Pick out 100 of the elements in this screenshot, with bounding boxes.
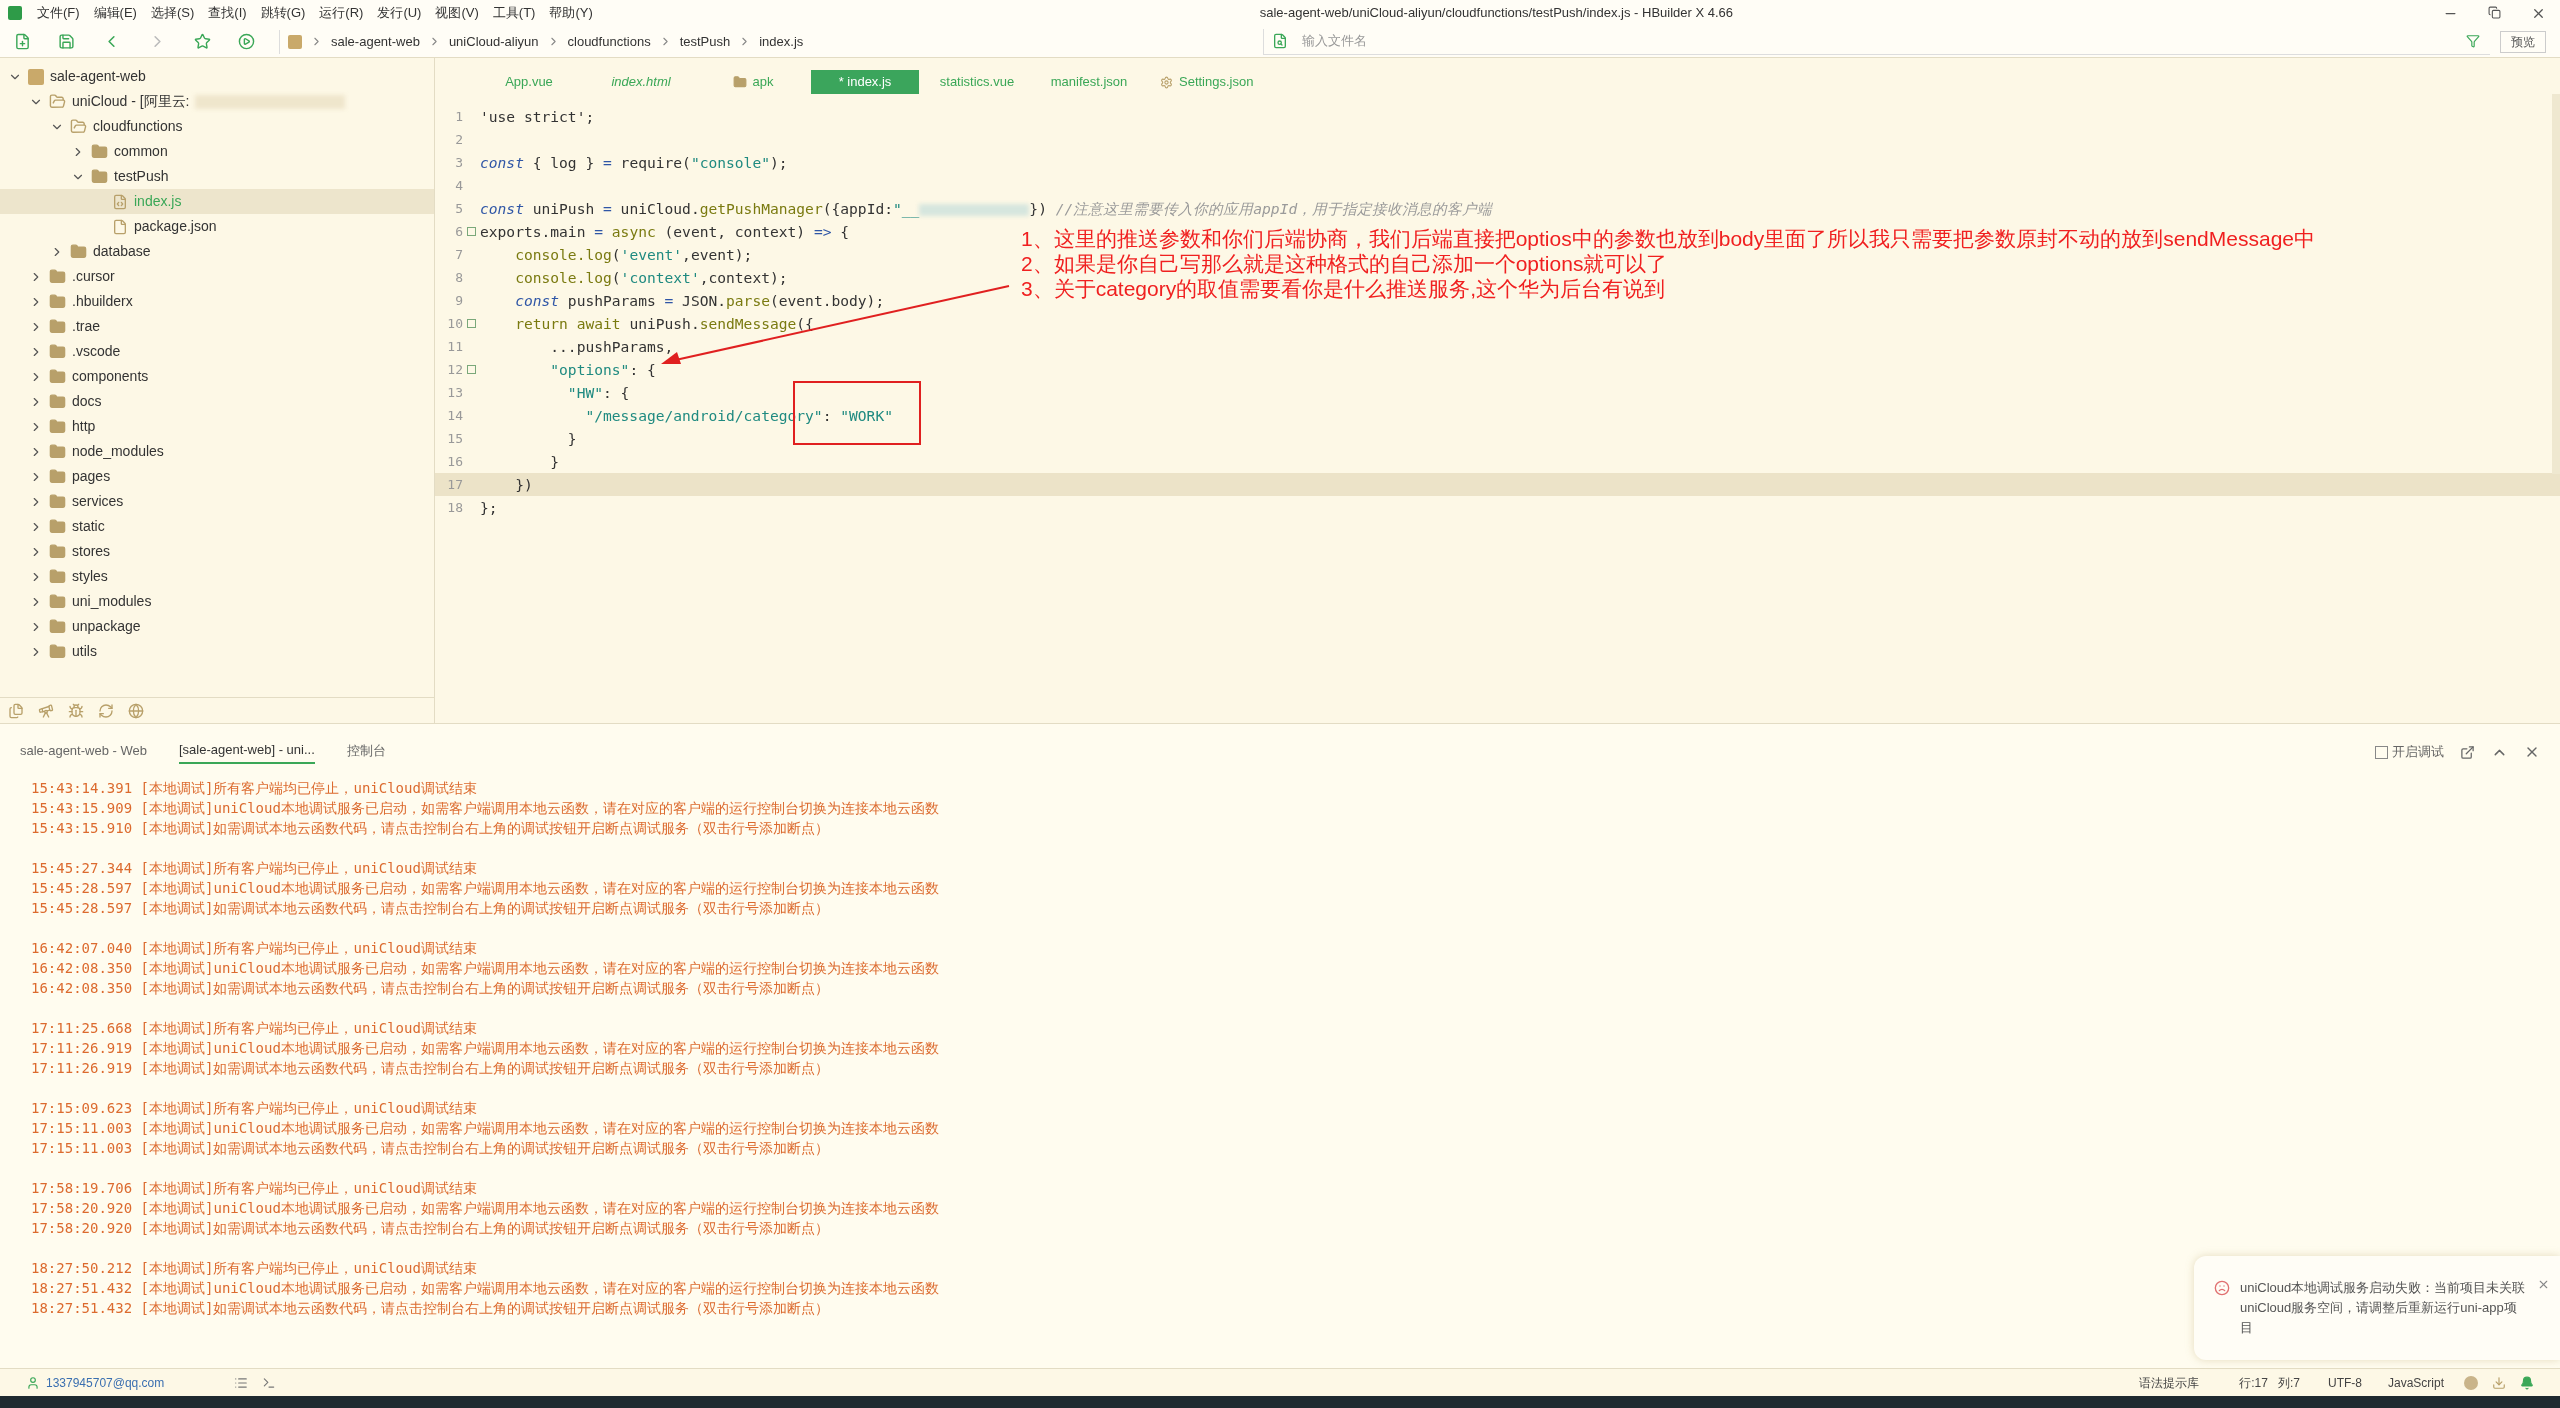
file-search-field[interactable]: 输入文件名 bbox=[1263, 28, 2490, 55]
folder-icon bbox=[49, 268, 66, 285]
tree-item[interactable]: services bbox=[0, 489, 434, 514]
tree-item[interactable]: styles bbox=[0, 564, 434, 589]
code-line: }; bbox=[480, 497, 498, 518]
tree-item[interactable]: testPush bbox=[0, 164, 434, 189]
tree-item[interactable]: common bbox=[0, 139, 434, 164]
breadcrumb-item[interactable]: cloudfunctions bbox=[567, 31, 651, 52]
log-line: 17:11:26.919 [本地调试]如需调试本地云函数代码，请点击控制台右上角的调试按钮开启断点调试服务（双击行号添加断点） bbox=[31, 1059, 830, 1078]
folder-icon bbox=[49, 343, 66, 360]
menu-item[interactable]: 跳转(G) bbox=[253, 3, 313, 23]
debug-checkbox[interactable]: 开启调试 bbox=[2375, 742, 2444, 762]
code-line: return await uniPush.sendMessage({ bbox=[514, 313, 814, 334]
log-line: 17:58:19.706 [本地调试]所有客户端均已停止，uniCloud调试结束 bbox=[31, 1179, 477, 1198]
fold-icon[interactable] bbox=[467, 365, 476, 374]
code-line: }) bbox=[514, 474, 533, 495]
code-line: 'use strict'; bbox=[480, 106, 595, 127]
menu-item[interactable]: 查找(I) bbox=[201, 3, 254, 23]
log-line: 18:27:50.212 [本地调试]所有客户端均已停止，uniCloud调试结束 bbox=[31, 1259, 477, 1278]
run-icon[interactable] bbox=[238, 33, 255, 50]
code-line: "options": { bbox=[549, 359, 656, 380]
line-number: 11 bbox=[446, 337, 463, 356]
tree-item[interactable]: .hbuilderx bbox=[0, 289, 434, 314]
breadcrumb-item[interactable]: testPush bbox=[679, 31, 731, 52]
console-tab[interactable]: 控制台 bbox=[346, 740, 386, 764]
tree-item[interactable]: cloudfunctions bbox=[0, 114, 434, 139]
close-icon[interactable] bbox=[2537, 1278, 2550, 1291]
code-line: const uniPush = uniCloud.getPushManager({appId:"__ }) //注意这里需要传入你的应用appId，用于指定接收消息的客户端 bbox=[480, 198, 1493, 220]
account-link[interactable]: 1337945707@qq.com bbox=[46, 1373, 165, 1392]
menu-item[interactable]: 帮助(Y) bbox=[542, 3, 600, 23]
line-number: 14 bbox=[446, 406, 463, 425]
menu-item[interactable]: 运行(R) bbox=[312, 3, 371, 23]
encoding-label[interactable]: UTF-8 bbox=[2327, 1373, 2362, 1392]
console-tab[interactable]: [sale-agent-web] - uni... bbox=[178, 739, 315, 765]
code-line: "HW": { bbox=[566, 382, 630, 403]
app-logo-icon bbox=[8, 6, 22, 20]
code-line: console.log('event',event); bbox=[514, 244, 753, 265]
tree-item[interactable]: .trae bbox=[0, 314, 434, 339]
code-line: ...pushParams, bbox=[549, 336, 674, 357]
console-tab[interactable]: sale-agent-web - Web bbox=[20, 740, 147, 764]
file-search-icon bbox=[1272, 33, 1289, 49]
line-number: 2 bbox=[454, 130, 463, 149]
bell-icon[interactable] bbox=[2520, 1375, 2534, 1390]
syntax-library-link[interactable]: 语法提示库 bbox=[2139, 1373, 2200, 1392]
tree-item[interactable]: http bbox=[0, 414, 434, 439]
code-line: const pushParams = JSON.parse(event.body); bbox=[514, 290, 885, 311]
log-line: 15:43:15.910 [本地调试]如需调试本地云函数代码，请点击控制台右上角的调试按钮开启断点调试服务（双击行号添加断点） bbox=[31, 819, 830, 838]
restore-icon[interactable] bbox=[2488, 5, 2501, 19]
menu-item[interactable]: 文件(F) bbox=[30, 3, 87, 23]
user-icon bbox=[26, 1375, 40, 1390]
menu-item[interactable]: 编辑(E) bbox=[86, 3, 144, 23]
folder-icon bbox=[49, 593, 66, 610]
sad-face-icon bbox=[2214, 1280, 2230, 1296]
tree-item[interactable]: package.json bbox=[0, 214, 434, 239]
tree-item[interactable]: node_modules bbox=[0, 439, 434, 464]
folder-icon bbox=[49, 543, 66, 560]
tree-item[interactable]: stores bbox=[0, 539, 434, 564]
list-icon[interactable] bbox=[234, 1375, 249, 1390]
tree-item[interactable]: docs bbox=[0, 389, 434, 414]
export-icon[interactable] bbox=[2460, 744, 2475, 760]
fold-icon[interactable] bbox=[467, 227, 476, 236]
line-number: 6 bbox=[454, 222, 463, 241]
breadcrumb-item[interactable]: sale-agent-web bbox=[331, 31, 420, 52]
file-search-input[interactable]: 输入文件名 bbox=[1302, 31, 2452, 51]
tree-item[interactable]: static bbox=[0, 514, 434, 539]
folder-icon bbox=[91, 168, 108, 185]
tree-item[interactable]: .vscode bbox=[0, 339, 434, 364]
menu-item[interactable]: 发行(U) bbox=[370, 3, 429, 23]
tree-item[interactable]: uniCloud - [阿里云: bbox=[0, 89, 434, 114]
log-line: 15:45:28.597 [本地调试]uniCloud本地调试服务已启动，如需客户端调用本地云函数，请在对应的客户端的运行控制台切换为连接本地云函数 bbox=[31, 879, 939, 898]
breadcrumb-item[interactable]: uniCloud-aliyun bbox=[448, 31, 539, 52]
preview-button[interactable]: 预览 bbox=[2500, 30, 2546, 53]
tree-item[interactable]: unpackage bbox=[0, 614, 434, 639]
save-icon[interactable] bbox=[58, 33, 75, 50]
tree-item[interactable]: uni_modules bbox=[0, 589, 434, 614]
tree-item[interactable]: components bbox=[0, 364, 434, 389]
tree-item[interactable]: pages bbox=[0, 464, 434, 489]
breadcrumb-item[interactable]: index.js bbox=[759, 31, 804, 52]
log-line: 15:43:14.391 [本地调试]所有客户端均已停止，uniCloud调试结束 bbox=[31, 779, 477, 798]
terminal-icon[interactable] bbox=[262, 1375, 277, 1390]
star-icon[interactable] bbox=[194, 33, 211, 50]
line-number: 8 bbox=[454, 268, 463, 287]
folder-icon bbox=[49, 93, 66, 110]
folder-icon bbox=[91, 143, 108, 160]
filter-icon[interactable] bbox=[2466, 34, 2480, 48]
tree-item[interactable]: sale-agent-web bbox=[0, 64, 434, 89]
menu-item[interactable]: 视图(V) bbox=[428, 3, 486, 23]
fold-icon[interactable] bbox=[467, 319, 476, 328]
cursor-line: 行:17 bbox=[2239, 1374, 2268, 1392]
language-label[interactable]: JavaScript bbox=[2387, 1373, 2444, 1392]
tree-item[interactable]: database bbox=[0, 239, 434, 264]
new-file-icon[interactable] bbox=[14, 33, 31, 50]
menu-item[interactable]: 工具(T) bbox=[485, 3, 543, 23]
log-line: 17:15:11.003 [本地调试]uniCloud本地调试服务已启动，如需客户端调用本地云函数，请在对应的客户端的运行控制台切换为连接本地云函数 bbox=[31, 1119, 939, 1138]
tree-item[interactable]: .cursor bbox=[0, 264, 434, 289]
log-line: 17:11:26.919 [本地调试]uniCloud本地调试服务已启动，如需客户端调用本地云函数，请在对应的客户端的运行控制台切换为连接本地云函数 bbox=[31, 1039, 939, 1058]
line-number: 16 bbox=[446, 452, 463, 471]
gear-icon bbox=[1160, 75, 1173, 89]
menu-item[interactable]: 选择(S) bbox=[143, 3, 202, 23]
tree-item[interactable]: utils bbox=[0, 639, 434, 664]
